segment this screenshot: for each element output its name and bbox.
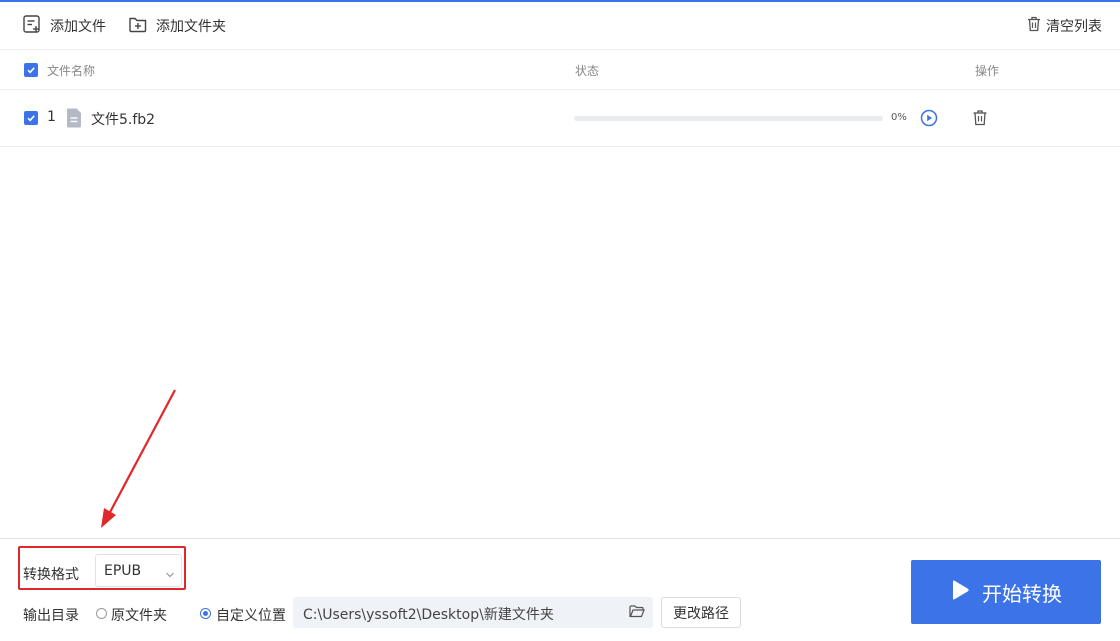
row-checkbox[interactable] — [24, 111, 38, 125]
bottom-panel: 转换格式 EPUB 输出目录 原文件夹 自定义位置 C:\Users\yssof… — [0, 538, 1120, 641]
add-file-label: 添加文件 — [50, 19, 106, 35]
play-icon[interactable] — [920, 109, 938, 131]
toolbar: 添加文件 添加文件夹 清空列表 — [0, 2, 1120, 50]
start-convert-button[interactable]: 开始转换 — [911, 560, 1101, 624]
file-icon — [66, 108, 82, 132]
folder-open-icon[interactable] — [629, 604, 645, 623]
radio-original-folder[interactable] — [96, 608, 107, 619]
output-path-field[interactable]: C:\Users\yssoft2\Desktop\新建文件夹 — [293, 597, 653, 628]
select-all-checkbox[interactable] — [24, 63, 38, 77]
check-icon — [27, 67, 35, 74]
clear-list-label: 清空列表 — [1046, 19, 1102, 35]
progress-bar — [574, 116, 883, 121]
progress-percent: 0% — [891, 112, 907, 123]
output-dir-label: 输出目录 — [23, 608, 79, 624]
annotation-highlight-box — [18, 546, 186, 590]
change-path-button[interactable]: 更改路径 — [661, 597, 741, 628]
add-file-icon — [22, 14, 42, 38]
add-folder-label: 添加文件夹 — [156, 19, 226, 35]
play-triangle-icon — [950, 579, 970, 605]
column-header-action: 操作 — [975, 64, 1000, 78]
check-icon — [27, 115, 35, 122]
clear-list-button[interactable]: 清空列表 — [1027, 14, 1102, 38]
add-folder-button[interactable]: 添加文件夹 — [128, 14, 226, 38]
row-index: 1 — [47, 109, 56, 125]
add-folder-icon — [128, 14, 148, 38]
delete-icon[interactable] — [972, 109, 988, 130]
output-path-text: C:\Users\yssoft2\Desktop\新建文件夹 — [303, 607, 554, 623]
list-header: 文件名称 状态 操作 — [0, 50, 1120, 90]
radio-custom-location[interactable] — [200, 608, 211, 619]
column-header-name: 文件名称 — [47, 64, 96, 78]
column-header-status: 状态 — [575, 64, 600, 78]
start-convert-label: 开始转换 — [982, 581, 1062, 606]
table-row: 1 文件5.fb2 0% — [0, 90, 1120, 147]
file-name: 文件5.fb2 — [91, 112, 156, 128]
radio-original-folder-label[interactable]: 原文件夹 — [111, 605, 167, 625]
add-file-button[interactable]: 添加文件 — [22, 14, 106, 38]
trash-icon — [1027, 16, 1041, 36]
radio-custom-location-label[interactable]: 自定义位置 — [216, 605, 286, 625]
